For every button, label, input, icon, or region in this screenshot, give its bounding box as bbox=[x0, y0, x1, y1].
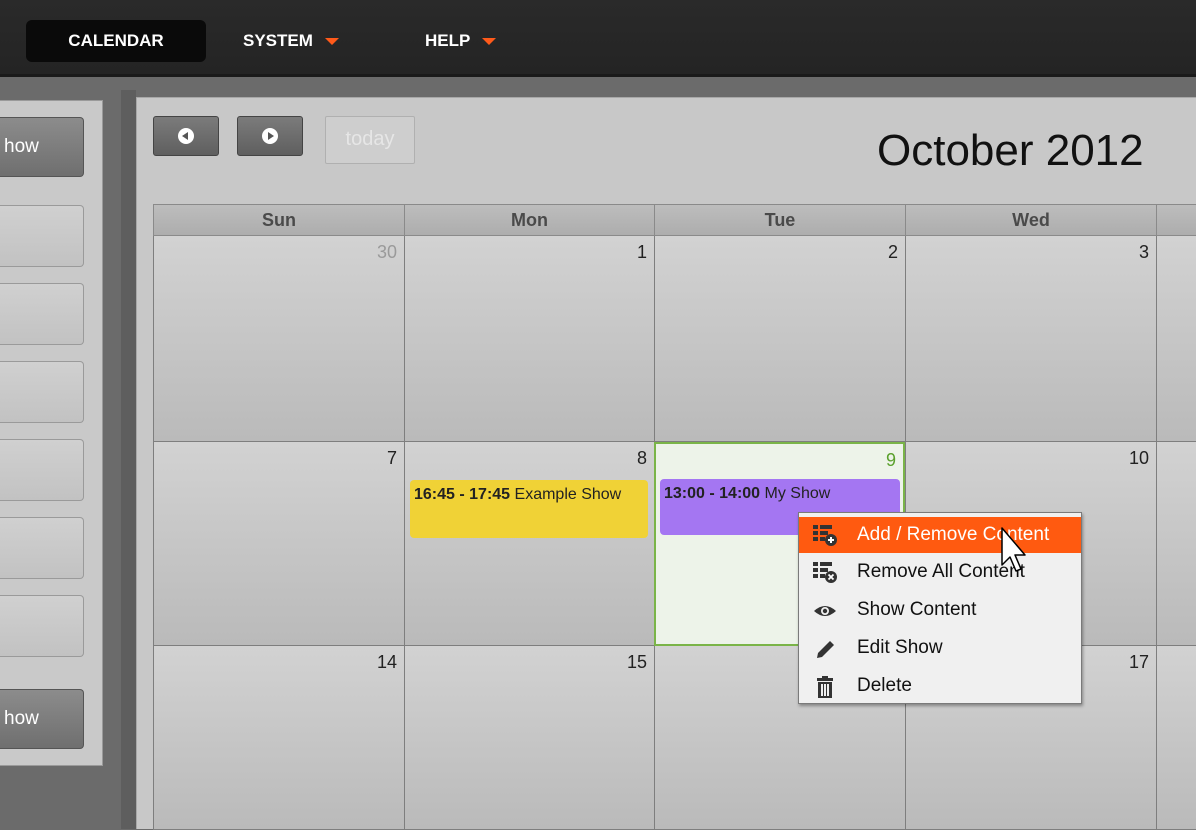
panel-divider[interactable] bbox=[121, 90, 136, 829]
day-cell[interactable]: 1 bbox=[404, 236, 654, 442]
menu-item-label: Edit Show bbox=[857, 637, 943, 658]
day-number: 14 bbox=[376, 652, 397, 672]
context-menu: Add / Remove Content Remove All Content … bbox=[798, 512, 1082, 704]
nav-help-label: HELP bbox=[425, 31, 471, 50]
event-example-show[interactable]: 16:45 - 17:45 Example Show bbox=[410, 480, 648, 538]
day-cell[interactable]: 15 bbox=[404, 646, 654, 830]
dow-mon: Mon bbox=[404, 204, 654, 236]
left-panel-button-2[interactable] bbox=[0, 283, 84, 345]
page-title: October 2012 bbox=[877, 126, 1144, 175]
left-top-show-button[interactable]: how bbox=[0, 117, 84, 177]
day-cell[interactable]: 8 16:45 - 17:45 Example Show bbox=[404, 442, 654, 646]
nav-help[interactable]: HELP bbox=[425, 20, 497, 62]
add-content-icon bbox=[813, 525, 837, 546]
dow-wed: Wed bbox=[905, 204, 1156, 236]
chevron-right-icon bbox=[262, 128, 278, 144]
menu-item-show-content[interactable]: Show Content bbox=[799, 592, 1081, 628]
day-number: 10 bbox=[1128, 448, 1149, 468]
menu-item-label: Show Content bbox=[857, 599, 977, 620]
today-button[interactable]: today bbox=[325, 116, 415, 164]
day-cell[interactable]: 14 bbox=[153, 646, 404, 830]
dow-tue: Tue bbox=[654, 204, 905, 236]
mouse-cursor-icon bbox=[1001, 527, 1026, 572]
day-cell[interactable]: 3 bbox=[905, 236, 1156, 442]
day-cell[interactable]: 2 bbox=[654, 236, 905, 442]
left-panel-button-1[interactable] bbox=[0, 205, 84, 267]
day-cell[interactable] bbox=[1156, 442, 1196, 646]
day-number: 2 bbox=[887, 242, 898, 262]
day-number: 3 bbox=[1138, 242, 1149, 262]
pencil-icon bbox=[817, 641, 834, 658]
trash-icon bbox=[817, 676, 833, 698]
nav-system[interactable]: SYSTEM bbox=[243, 20, 339, 62]
event-title: Example Show bbox=[514, 486, 622, 503]
day-number: 9 bbox=[885, 450, 896, 470]
menu-item-delete[interactable]: Delete bbox=[799, 668, 1081, 704]
left-bottom-show-button[interactable]: how bbox=[0, 689, 84, 749]
day-cell[interactable] bbox=[1156, 646, 1196, 830]
caret-down-icon bbox=[324, 38, 339, 46]
day-cell[interactable]: 7 bbox=[153, 442, 404, 646]
remove-content-icon bbox=[813, 562, 837, 583]
nav-calendar[interactable]: CALENDAR bbox=[26, 20, 206, 62]
next-month-button[interactable] bbox=[237, 116, 303, 156]
nav-system-label: SYSTEM bbox=[243, 31, 313, 50]
prev-month-button[interactable] bbox=[153, 116, 219, 156]
event-title: My Show bbox=[764, 485, 831, 502]
left-panel-button-3[interactable] bbox=[0, 361, 84, 423]
calendar-panel: today October 2012 Sun Mon Tue Wed 30 1 … bbox=[136, 97, 1196, 830]
day-number: 30 bbox=[376, 242, 397, 262]
event-time: 16:45 - 17:45 bbox=[414, 486, 511, 503]
left-panel-button-5[interactable] bbox=[0, 517, 84, 579]
menu-item-edit-show[interactable]: Edit Show bbox=[799, 630, 1081, 666]
day-cell[interactable]: 30 bbox=[153, 236, 404, 442]
eye-icon bbox=[814, 606, 836, 616]
chevron-left-icon bbox=[178, 128, 194, 144]
left-panel: how how bbox=[0, 100, 103, 766]
menu-item-add-remove-content[interactable]: Add / Remove Content bbox=[799, 517, 1081, 553]
day-number: 1 bbox=[636, 242, 647, 262]
day-number: 7 bbox=[386, 448, 397, 468]
day-number: 17 bbox=[1128, 652, 1149, 672]
left-panel-button-6[interactable] bbox=[0, 595, 84, 657]
caret-down-icon bbox=[482, 38, 497, 46]
menu-item-remove-all-content[interactable]: Remove All Content bbox=[799, 554, 1081, 590]
day-number: 8 bbox=[636, 448, 647, 468]
dow-thu bbox=[1156, 204, 1196, 236]
day-cell[interactable] bbox=[1156, 236, 1196, 442]
day-number: 15 bbox=[626, 652, 647, 672]
left-panel-button-4[interactable] bbox=[0, 439, 84, 501]
menu-item-label: Delete bbox=[857, 675, 912, 696]
dow-sun: Sun bbox=[153, 204, 404, 236]
top-nav-bar: CALENDAR SYSTEM HELP bbox=[0, 0, 1196, 77]
event-time: 13:00 - 14:00 bbox=[664, 485, 761, 502]
